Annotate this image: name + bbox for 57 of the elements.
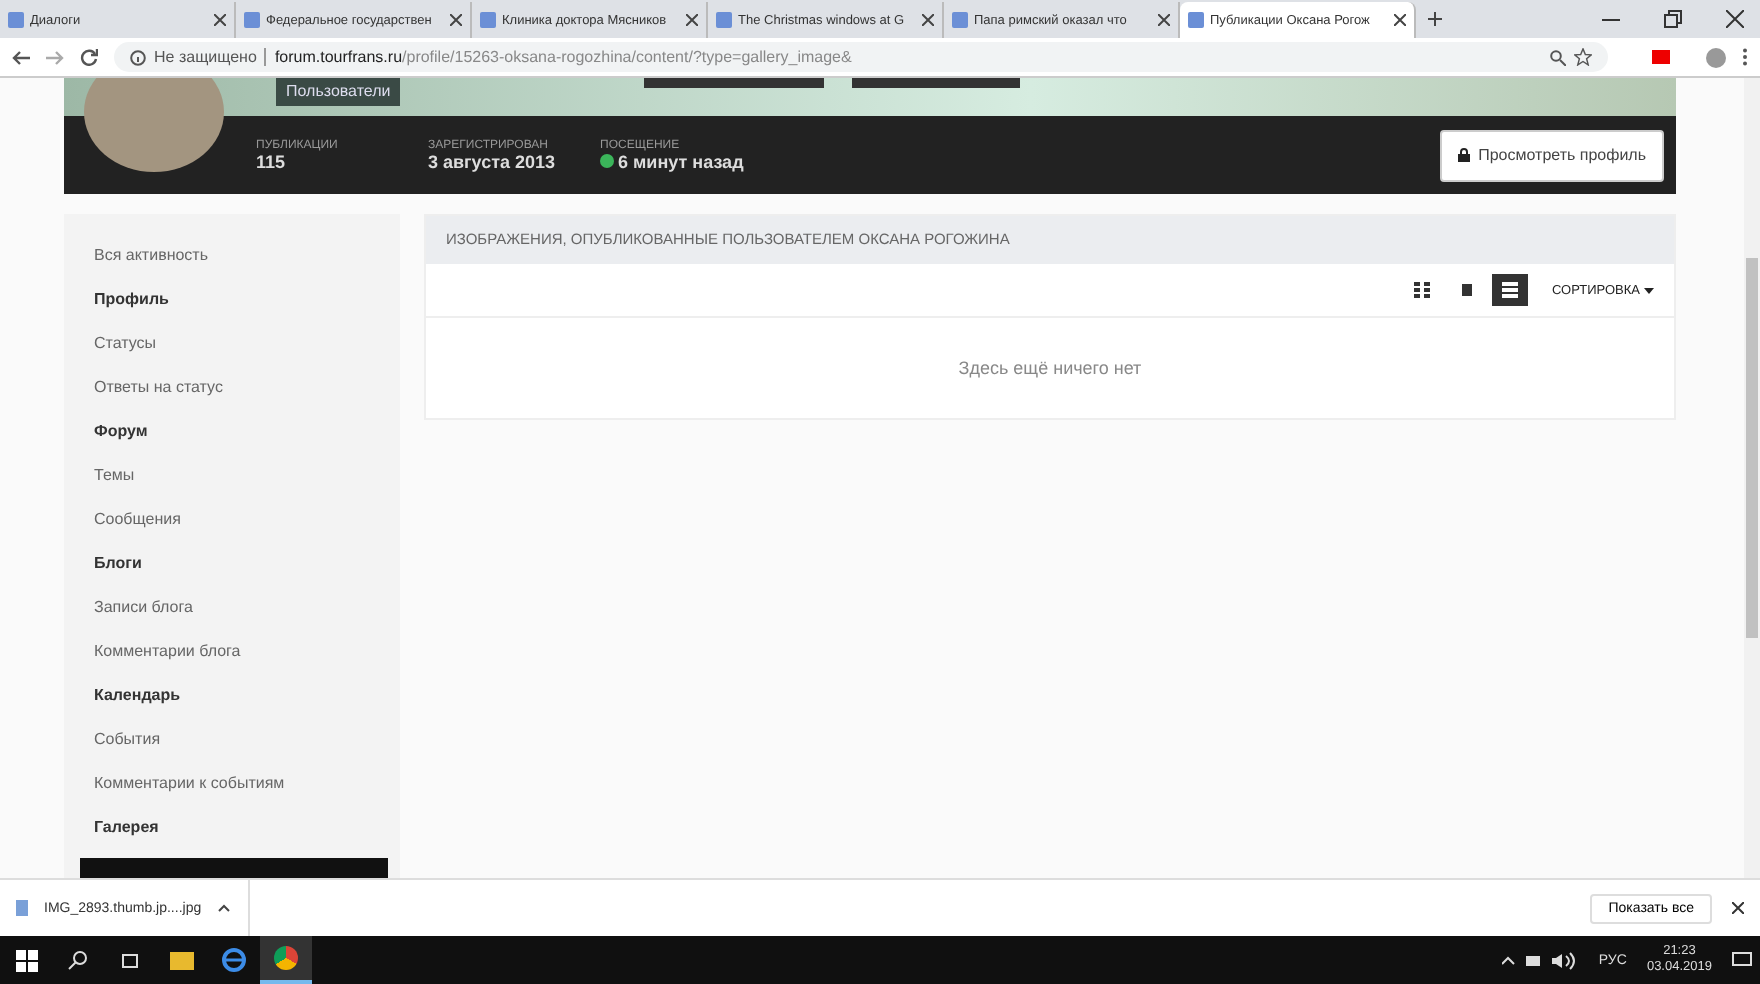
view-profile-button[interactable]: Просмотреть профиль	[1440, 129, 1664, 182]
chrome-icon[interactable]	[260, 936, 312, 984]
favicon-icon	[716, 12, 732, 28]
stat-value: 3 августа 2013	[428, 151, 556, 172]
sidebar-link[interactable]: Темы	[94, 454, 400, 498]
close-icon[interactable]	[1726, 10, 1744, 28]
favicon-icon	[8, 12, 24, 28]
security-label: Не защищено	[154, 48, 257, 66]
close-icon[interactable]	[1732, 902, 1744, 914]
favicon-icon	[952, 12, 968, 28]
reload-icon[interactable]	[80, 48, 98, 66]
empty-message: Здесь ещё ничего нет	[956, 356, 1144, 382]
lock-icon	[1458, 148, 1471, 163]
menu-icon[interactable]	[1742, 48, 1748, 66]
sidebar-link[interactable]: События	[94, 718, 400, 762]
list-view-button[interactable]	[1492, 274, 1528, 306]
plus-icon[interactable]	[1428, 12, 1442, 26]
close-icon[interactable]	[922, 14, 934, 26]
sidebar-link[interactable]: Ответы на статус	[94, 366, 400, 410]
sidebar-heading: Блоги	[94, 552, 144, 576]
file-icon	[16, 900, 28, 916]
close-icon[interactable]	[686, 14, 698, 26]
close-icon[interactable]	[1158, 14, 1170, 26]
close-icon[interactable]	[214, 14, 226, 26]
favicon-icon	[244, 12, 260, 28]
sidebar-heading: Календарь	[94, 684, 183, 708]
url-text: forum.tourfrans.ru/profile/15263-oksana-rogozhina/content/?type=gallery_image&	[274, 48, 852, 66]
user-group-label: Пользователи	[276, 78, 401, 106]
maximize-icon[interactable]	[1664, 10, 1682, 28]
favicon-icon	[1188, 12, 1204, 28]
address-bar[interactable]: Не защищено forum.tourfrans.ru/profile/15263-oksana-rogozhina/content/?type=gallery_image&	[114, 42, 1608, 72]
sidebar-link[interactable]: Комментарии к событиям	[94, 762, 400, 806]
caret-icon	[1644, 287, 1654, 293]
sidebar-heading: Форум	[94, 420, 150, 444]
favicon-icon	[480, 12, 496, 28]
account-icon[interactable]	[1706, 47, 1726, 67]
sidebar-link[interactable]: Комментарии блога	[94, 630, 400, 674]
single-view-icon	[1461, 282, 1471, 298]
close-icon[interactable]	[450, 14, 462, 26]
sidebar-link[interactable]: Сообщения	[94, 498, 400, 542]
sidebar-link[interactable]: Статусы	[94, 322, 400, 366]
close-icon[interactable]	[1394, 14, 1406, 26]
list-icon	[1502, 282, 1518, 298]
search-icon[interactable]	[1550, 49, 1566, 65]
stat-value: 115	[256, 151, 286, 172]
scrollbar[interactable]	[1744, 78, 1760, 878]
back-icon[interactable]	[12, 49, 30, 65]
stat-value: 6 минут назад	[618, 151, 744, 172]
avatar-photo	[84, 78, 224, 173]
chevron-icon[interactable]	[217, 904, 230, 912]
sidebar-heading: Галерея	[94, 816, 161, 840]
sidebar-link[interactable]: Вся активность	[94, 234, 400, 278]
sidebar-heading: Профиль	[94, 288, 171, 312]
star-icon[interactable]	[1574, 48, 1592, 66]
grid-icon	[1414, 282, 1430, 298]
info-icon	[130, 49, 146, 65]
sidebar-link[interactable]: Записи блога	[94, 586, 400, 630]
